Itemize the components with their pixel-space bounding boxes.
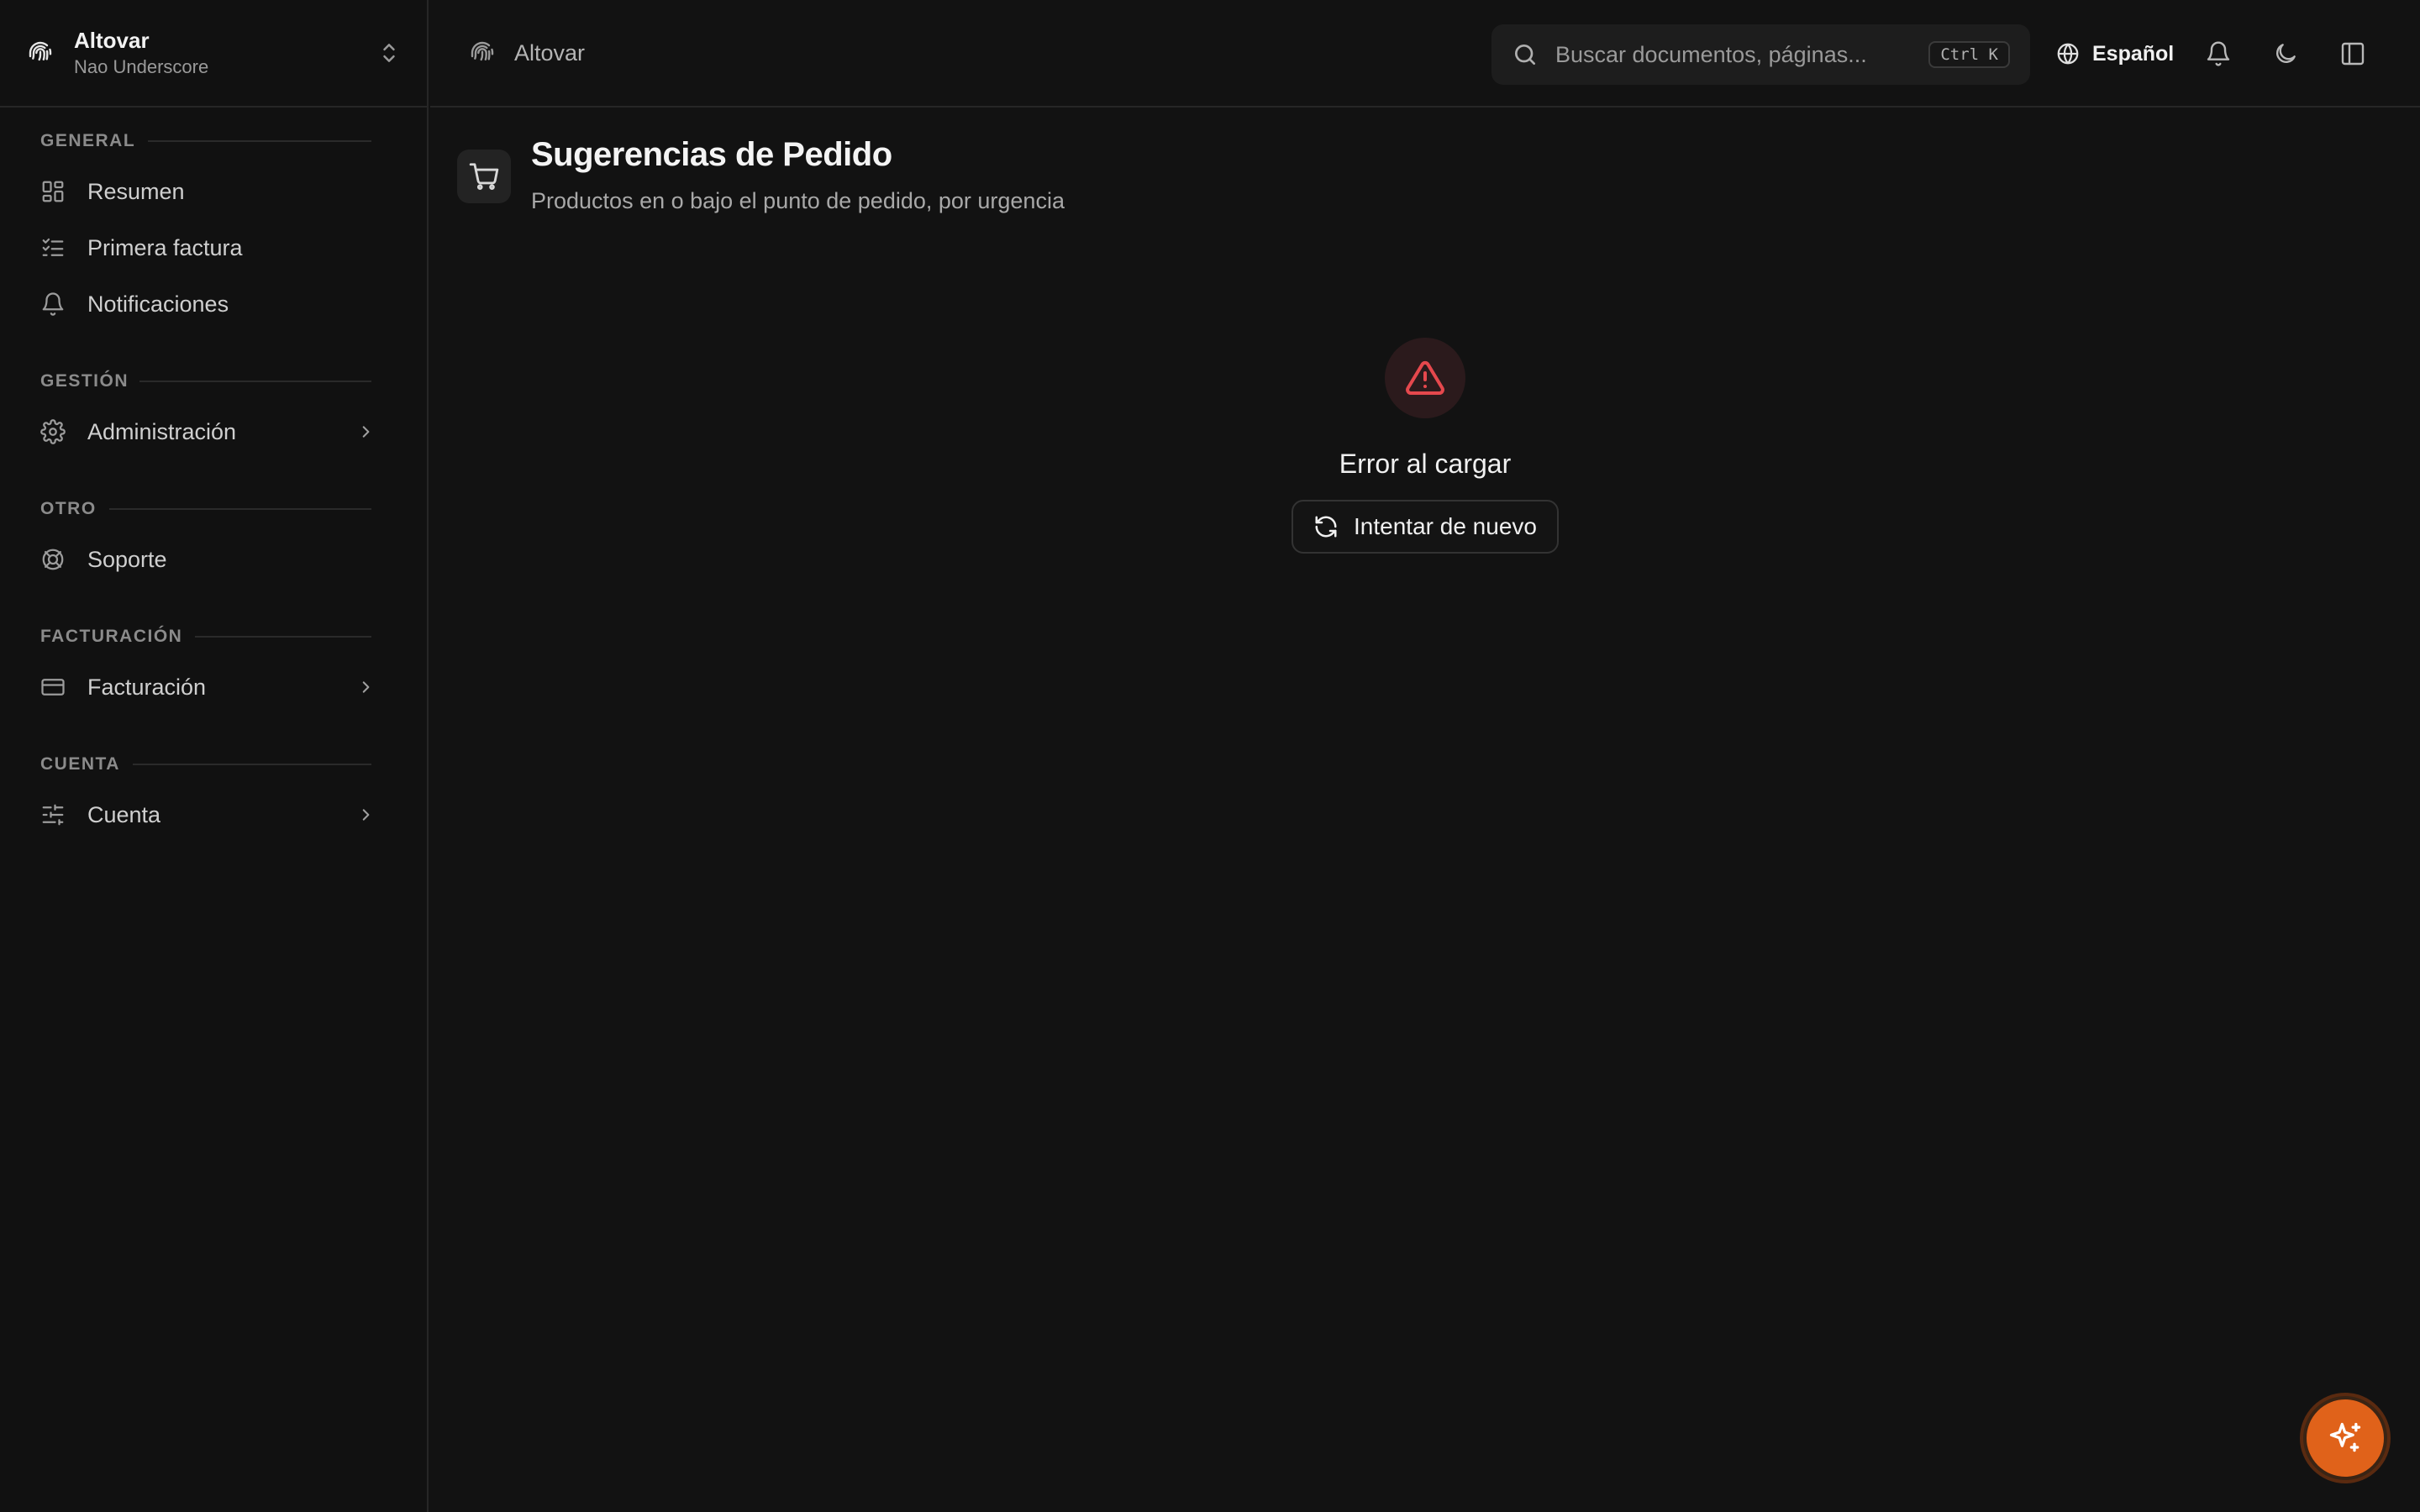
sidebar-toggle-button[interactable] [2336, 37, 2370, 71]
page-icon [457, 150, 511, 203]
language-label: Español [2092, 41, 2175, 66]
ai-assistant-button[interactable] [2303, 1396, 2387, 1480]
section-title-otro: OTRO [40, 499, 97, 518]
fingerprint-icon [471, 41, 494, 61]
sliders-icon [42, 804, 64, 826]
sidebar-item-resumen[interactable]: Resumen [30, 168, 373, 215]
sidebar-item-primera-factura[interactable]: Primera factura [30, 224, 373, 271]
org-name: Altovar [74, 28, 150, 53]
sidebar-item-label: Facturación [87, 674, 207, 700]
chevrons-up-down-icon[interactable] [380, 41, 398, 65]
section-title-gestion: GESTIÓN [40, 371, 129, 391]
globe-icon [2057, 43, 2079, 65]
credit-card-icon [41, 679, 65, 696]
language-selector[interactable]: Español [2055, 37, 2174, 71]
search-placeholder: Buscar documentos, páginas... [1555, 41, 1867, 67]
sidebar-item-notificaciones[interactable]: Notificaciones [30, 281, 373, 328]
shopping-cart-icon [469, 163, 499, 190]
sidebar-item-administracion[interactable]: Administración [30, 408, 373, 455]
sidebar-item-facturacion[interactable]: Facturación [30, 664, 373, 711]
sidebar-item-label: Primera factura [87, 234, 243, 260]
warning-triangle-icon [1406, 360, 1444, 395]
sidebar-item-soporte[interactable]: Soporte [30, 536, 373, 583]
sidebar-item-label: Resumen [87, 178, 185, 204]
org-subtitle: Nao Underscore [74, 56, 209, 77]
sidebar: Altovar Nao Underscore GENERAL Resumen P… [0, 0, 429, 1512]
bell-icon [42, 292, 64, 316]
page-title: Sugerencias de Pedido [531, 136, 892, 173]
section-title-general: GENERAL [40, 131, 136, 150]
section-divider [195, 636, 371, 638]
sidebar-item-label: Cuenta [87, 801, 161, 827]
search-icon [1515, 45, 1535, 65]
moon-icon [2276, 44, 2296, 63]
notifications-button[interactable] [2202, 37, 2235, 71]
bell-icon [2207, 41, 2230, 66]
checklist-icon [42, 238, 64, 256]
main-content: Sugerencias de Pedido Productos en o baj… [430, 109, 2420, 1512]
sidebar-item-cuenta[interactable]: Cuenta [30, 791, 373, 838]
chevron-right-icon [362, 809, 370, 821]
retry-label: Intentar de nuevo [1354, 513, 1537, 539]
sidebar-item-label: Administración [87, 418, 237, 444]
page-subtitle: Productos en o bajo el punto de pedido, … [531, 188, 1065, 213]
error-icon-badge [1385, 338, 1465, 418]
retry-button[interactable]: Intentar de nuevo [1292, 500, 1559, 554]
sparkles-icon [2329, 1422, 2361, 1452]
search-shortcut: Ctrl K [1928, 41, 2010, 68]
panel-left-icon [2341, 42, 2365, 66]
theme-toggle-button[interactable] [2269, 37, 2302, 71]
sidebar-item-label: Notificaciones [87, 291, 229, 317]
chevron-right-icon [362, 426, 370, 438]
section-divider [139, 381, 371, 382]
error-state: Error al cargar Intentar de nuevo [430, 338, 2420, 554]
section-title-facturacion: FACTURACIÓN [40, 627, 183, 646]
sidebar-item-label: Soporte [87, 546, 167, 572]
search-input[interactable]: Buscar documentos, páginas... Ctrl K [1491, 24, 2030, 85]
section-divider [109, 508, 371, 510]
org-switcher[interactable]: Altovar Nao Underscore [0, 0, 427, 108]
lifebuoy-icon [42, 549, 64, 570]
refresh-icon [1315, 516, 1337, 538]
dashboard-icon [42, 181, 64, 202]
fingerprint-icon [29, 41, 52, 61]
section-divider [133, 764, 371, 765]
section-title-cuenta: CUENTA [40, 754, 120, 774]
error-message: Error al cargar [1339, 449, 1512, 479]
breadcrumb[interactable]: Altovar [469, 39, 585, 66]
section-divider [148, 140, 371, 142]
topbar: Altovar Buscar documentos, páginas... Ct… [430, 0, 2420, 108]
gear-icon [40, 419, 66, 444]
app-root: Altovar Nao Underscore GENERAL Resumen P… [0, 0, 2420, 1512]
chevron-right-icon [362, 681, 370, 693]
breadcrumb-label: Altovar [514, 39, 586, 66]
